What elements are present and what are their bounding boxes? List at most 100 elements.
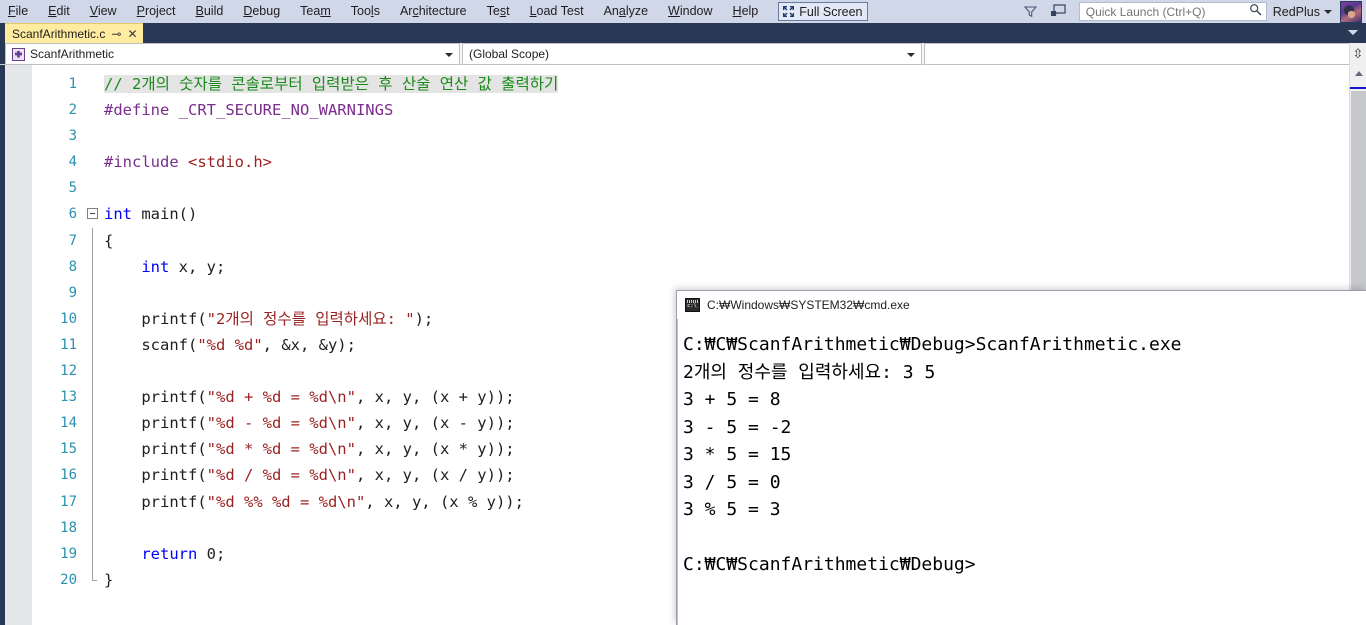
outline-row (85, 279, 101, 306)
breakpoint-margin[interactable] (5, 65, 32, 625)
line-number: 7 (68, 232, 77, 249)
scope-combo[interactable]: (Global Scope) (462, 43, 922, 65)
console-title-text: C:₩Windows₩SYSTEM32₩cmd.exe (707, 298, 910, 312)
account-name[interactable]: RedPlus (1273, 5, 1320, 19)
line-number: 12 (60, 363, 77, 380)
collapse-minus-icon[interactable] (87, 208, 98, 220)
code-token: // 2개의 숫자를 콘솔로부터 입력받은 후 산술 연산 값 출력하기 (104, 75, 559, 93)
project-combo[interactable]: ScanfArithmetic (5, 43, 460, 65)
outline-row (85, 149, 101, 175)
code-token: x, y; (169, 257, 226, 276)
line-number: 4 (68, 154, 77, 171)
code-line[interactable]: #include <stdio.h> (104, 149, 1366, 175)
quick-launch-box[interactable] (1078, 2, 1267, 21)
feedback-smiley-icon[interactable] (1045, 1, 1073, 23)
close-icon[interactable]: ✕ (127, 28, 137, 40)
command-prompt-window[interactable]: C:₩Windows₩SYSTEM32₩cmd.exe C:₩C₩ScanfAr… (676, 290, 1366, 625)
line-number: 1 (68, 76, 77, 92)
window-overflow-chevron-icon[interactable] (1348, 30, 1358, 35)
code-line[interactable] (104, 123, 1366, 149)
outline-row (85, 331, 101, 359)
expand-arrows-icon (782, 5, 795, 18)
menubar-right-group: RedPlus (1017, 0, 1366, 23)
code-token: } (104, 570, 114, 589)
menu-item-analyze[interactable]: Analyze (604, 0, 648, 23)
console-output[interactable]: C:₩C₩ScanfArithmetic₩Debug>ScanfArithmet… (677, 319, 1366, 625)
chevron-down-icon[interactable] (907, 53, 915, 57)
chevron-down-icon[interactable] (1324, 9, 1332, 14)
line-number: 11 (60, 336, 77, 353)
menu-item-tools[interactable]: Tools (351, 0, 380, 23)
full-screen-label: Full Screen (799, 4, 863, 19)
code-token: , x, y, (x + y)); (355, 388, 515, 407)
code-token: main() (132, 205, 198, 224)
main-menu-bar: File Edit View Project Build Debug Team Tools Ar… (0, 0, 1366, 23)
console-line: 3 % 5 = 3 (683, 499, 781, 520)
code-token: ; (216, 544, 226, 563)
line-number: 15 (60, 441, 77, 458)
tab-label: ScanfArithmetic.c (12, 26, 106, 41)
code-token: #include (104, 153, 179, 172)
code-line[interactable]: int x, y; (104, 254, 1366, 280)
code-token: #define (104, 101, 170, 120)
menu-item-edit[interactable]: Edit (48, 0, 70, 23)
outline-guide-line (92, 279, 93, 306)
code-token: "%d - %d = %d\n" (206, 414, 356, 433)
menu-item-architecture[interactable]: Architecture (400, 0, 467, 23)
console-line: C:₩C₩ScanfArithmetic₩Debug>ScanfArithmet… (683, 334, 1182, 355)
code-line[interactable]: #define _CRT_SECURE_NO_WARNINGS (104, 97, 1366, 123)
code-token: "2개의 정수를 입력하세요: " (206, 309, 415, 328)
outline-guide-line (92, 488, 93, 515)
tab-scanfarithmetic-c[interactable]: ScanfArithmetic.c ⊸ ✕ (5, 23, 143, 43)
outline-row (85, 488, 101, 515)
code-line[interactable] (104, 175, 1366, 201)
console-line: 2개의 정수를 입력하세요: 3 5 (683, 361, 936, 383)
outline-row (85, 540, 101, 567)
code-line[interactable]: { (104, 228, 1366, 254)
menu-item-team[interactable]: Team (300, 0, 331, 23)
outline-row (85, 71, 101, 97)
function-combo[interactable] (924, 43, 1366, 65)
quick-launch-input[interactable] (1085, 4, 1249, 19)
menu-item-window[interactable]: Window (668, 0, 712, 23)
pin-icon[interactable]: ⊸ (111, 28, 121, 40)
code-token: , &x, &y); (262, 335, 356, 354)
menu-item-project[interactable]: Project (137, 0, 176, 23)
code-token: , x, y, (x * y)); (355, 440, 515, 459)
outline-row (85, 305, 101, 332)
menu-item-debug[interactable]: Debug (243, 0, 280, 23)
menu-item-build[interactable]: Build (196, 0, 224, 23)
code-token: printf( (104, 466, 207, 485)
line-number: 13 (60, 389, 77, 406)
code-line[interactable]: // 2개의 숫자를 콘솔로부터 입력받은 후 산술 연산 값 출력하기 (104, 71, 1366, 97)
menu-item-view[interactable]: View (90, 0, 117, 23)
outlining-margin[interactable] (85, 65, 101, 625)
outline-guide-line (92, 540, 93, 567)
avatar[interactable] (1340, 0, 1362, 23)
outline-row (85, 462, 101, 489)
menu-item-test[interactable]: Test (487, 0, 510, 23)
code-token: int (104, 205, 132, 224)
menu-item-file[interactable]: File (8, 0, 28, 23)
editor-split-handle[interactable]: ⇳ (1349, 43, 1366, 65)
console-title-bar[interactable]: C:₩Windows₩SYSTEM32₩cmd.exe (677, 291, 1366, 319)
console-line: 3 + 5 = 8 (683, 389, 781, 410)
outline-guide-line (92, 410, 93, 437)
console-line: 3 * 5 = 15 (683, 444, 792, 465)
full-screen-button[interactable]: Full Screen (778, 2, 869, 21)
scrollbar-change-marker (1350, 87, 1366, 89)
code-token: <stdio.h> (188, 153, 272, 172)
chevron-down-icon[interactable] (445, 53, 453, 57)
scroll-up-button[interactable] (1350, 65, 1366, 82)
code-line[interactable]: int main() (104, 201, 1366, 227)
menu-item-help[interactable]: Help (733, 0, 759, 23)
code-token: "%d %% %d = %d\n" (206, 492, 366, 511)
funnel-icon[interactable] (1017, 1, 1045, 23)
line-number: 6 (68, 206, 77, 223)
menu-item-load-test[interactable]: Load Test (530, 0, 584, 23)
outline-guide-line (92, 566, 97, 581)
